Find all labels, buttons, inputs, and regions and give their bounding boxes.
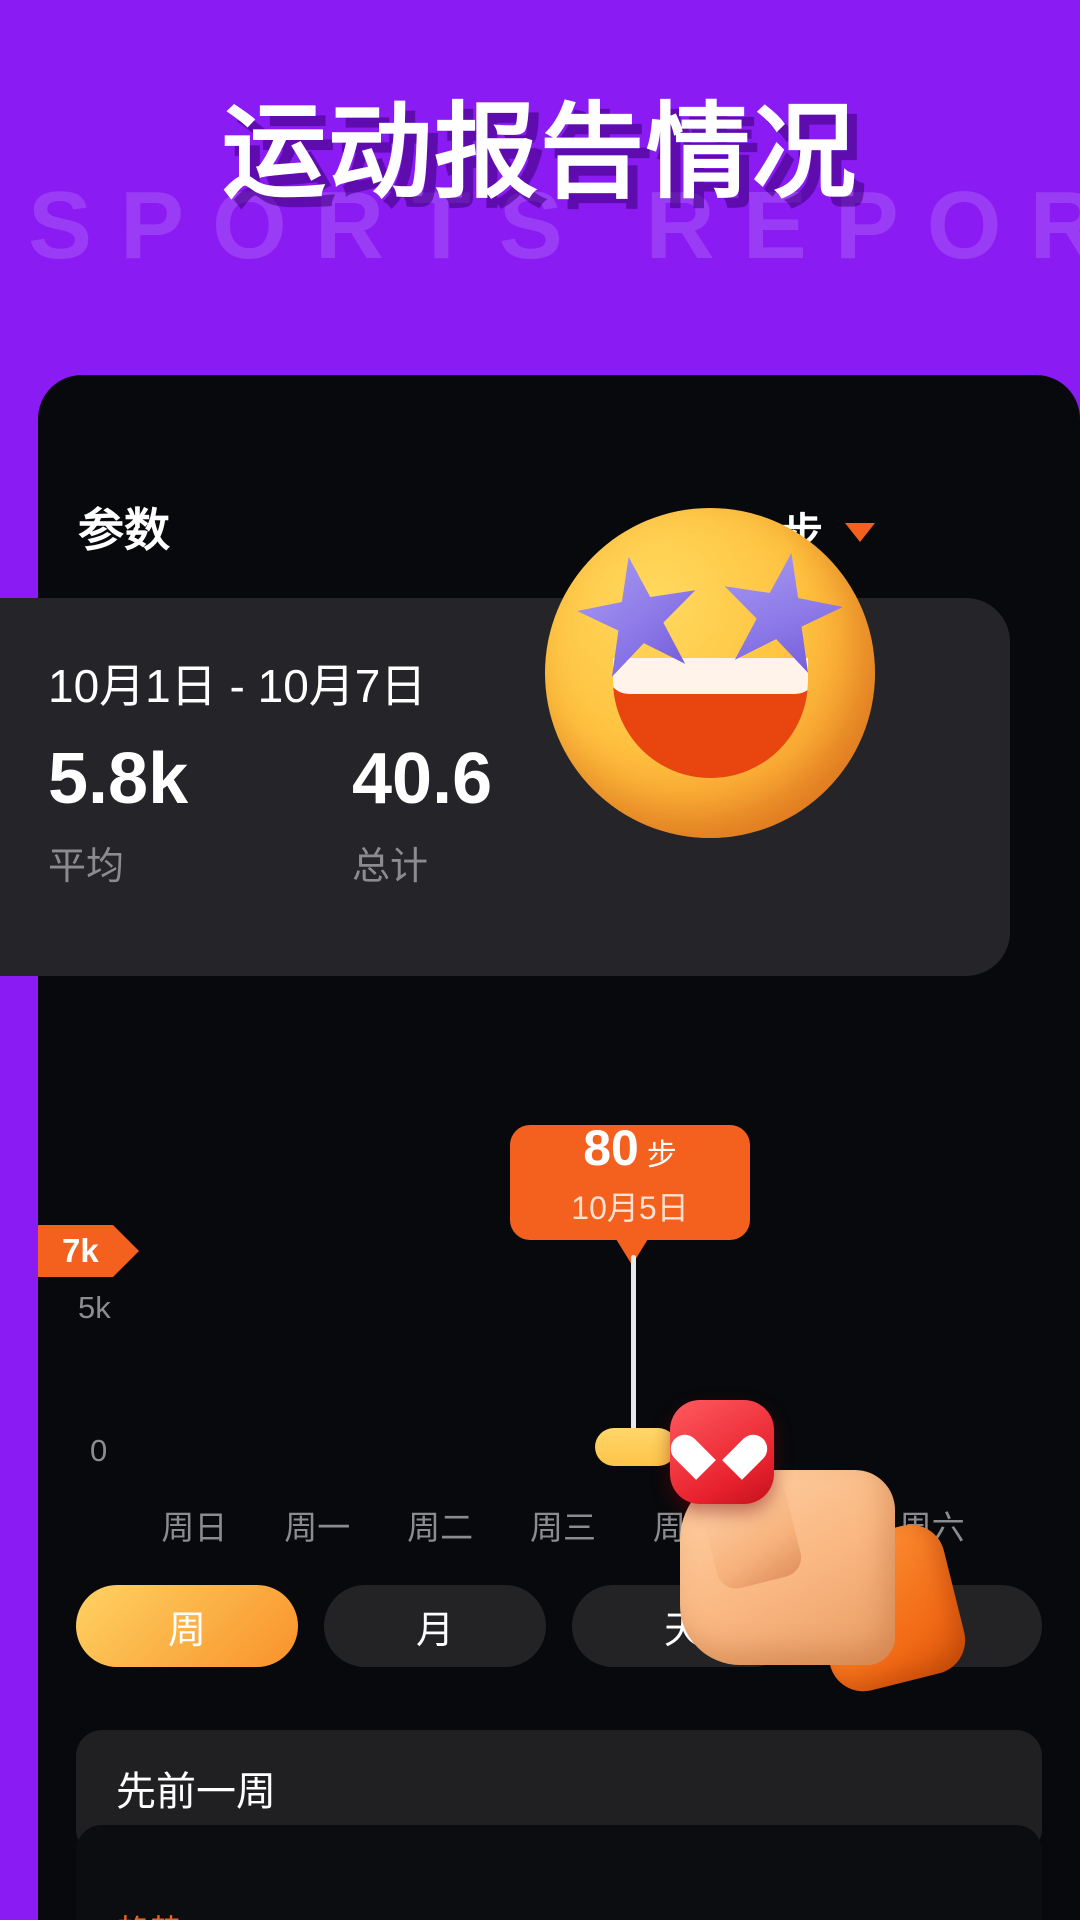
- chart-goal-value: 7k: [62, 1232, 99, 1269]
- star-struck-face-icon: [545, 508, 875, 838]
- y-axis-tick-5k: 5k: [78, 1290, 111, 1325]
- weekday-label-sun[interactable]: 周日: [133, 1501, 256, 1549]
- chart-tooltip-value: 80 步: [583, 1120, 677, 1176]
- chart-tooltip-stem: [631, 1255, 636, 1445]
- stat-total-label: 总计: [352, 846, 429, 888]
- trend-card[interactable]: 趋势 於正常活动: [76, 1825, 1042, 1920]
- stat-average: 5.8k 平均: [48, 743, 188, 890]
- chart-goal-flag: 7k: [38, 1225, 139, 1277]
- weekday-label-tue[interactable]: 周二: [379, 1501, 502, 1549]
- y-axis-tick-0: 0: [90, 1433, 108, 1468]
- weekday-label-wed[interactable]: 周三: [502, 1501, 625, 1549]
- trend-label: 趋势: [116, 1905, 184, 1920]
- heart-badge-icon: [670, 1400, 774, 1504]
- chart-tooltip-unit: 步: [646, 1139, 677, 1172]
- hero-banner: SPORTS REPORT 运动报告情况: [0, 0, 1080, 400]
- tab-month[interactable]: 月: [324, 1585, 546, 1667]
- stat-total-value: 40.6: [352, 739, 493, 819]
- stat-total: 40.6 总计: [352, 743, 492, 890]
- stat-average-label: 平均: [48, 846, 125, 888]
- emoji-mouth-shape: [613, 658, 808, 778]
- date-range-label: 10月1日 - 10月7日: [48, 660, 427, 712]
- card-header: 参数 步: [38, 490, 1080, 570]
- chart-tooltip: 80 步 10月5日: [510, 1120, 750, 1265]
- chart-tooltip-date: 10月5日: [571, 1190, 689, 1226]
- chevron-down-icon: [845, 522, 875, 542]
- parameter-label: 参数: [78, 504, 170, 556]
- summary-overlay-panel: 10月1日 - 10月7日 5.8k 平均 40.6 总计: [0, 508, 1010, 976]
- stat-average-value: 5.8k: [48, 739, 189, 819]
- tab-week[interactable]: 周: [76, 1585, 298, 1667]
- weekday-label-mon[interactable]: 周一: [256, 1501, 379, 1549]
- page-title: 运动报告情况: [221, 95, 858, 211]
- thumbs-up-with-heart-icon: [660, 1400, 990, 1760]
